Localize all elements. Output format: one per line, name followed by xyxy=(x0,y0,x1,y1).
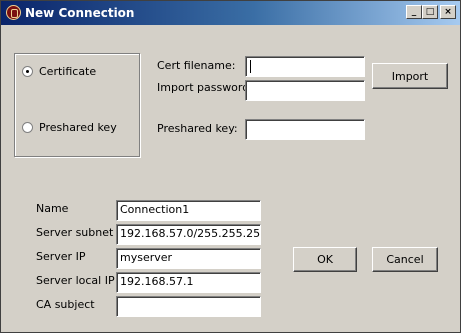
import-password-label: Import password: xyxy=(157,81,253,94)
import-password-field[interactable] xyxy=(245,80,365,101)
title-bar[interactable]: New Connection _ □ × xyxy=(1,1,460,25)
server-subnet-value: 192.168.57.0/255.255.255.0 xyxy=(120,227,261,240)
name-field[interactable]: Connection1 xyxy=(116,200,261,221)
server-ip-value: myserver xyxy=(120,251,173,264)
preshared-key-radio-dot[interactable] xyxy=(22,122,33,133)
cancel-button[interactable]: Cancel xyxy=(372,247,438,272)
server-subnet-field[interactable]: 192.168.57.0/255.255.255.0 xyxy=(116,224,261,245)
maximize-button[interactable]: □ xyxy=(422,5,438,19)
ca-subject-field[interactable] xyxy=(116,296,261,317)
window-title: New Connection xyxy=(25,6,135,20)
certificate-radio[interactable]: Certificate xyxy=(22,65,96,78)
ok-button[interactable]: OK xyxy=(293,247,357,272)
cert-filename-field[interactable] xyxy=(245,56,365,77)
text-caret xyxy=(250,59,251,73)
server-local-ip-field[interactable]: 192.168.57.1 xyxy=(116,272,261,293)
cert-filename-label: Cert filename: xyxy=(157,59,236,72)
ca-subject-label: CA subject xyxy=(36,298,95,311)
server-local-ip-value: 192.168.57.1 xyxy=(120,275,194,288)
certificate-radio-label: Certificate xyxy=(39,65,97,78)
app-icon xyxy=(6,5,21,20)
preshared-key-radio[interactable]: Preshared key xyxy=(22,121,117,134)
import-button[interactable]: Import xyxy=(372,63,448,89)
new-connection-window: New Connection _ □ × Certificate Preshar… xyxy=(0,0,461,333)
server-ip-field[interactable]: myserver xyxy=(116,248,261,269)
certificate-radio-dot[interactable] xyxy=(22,66,33,77)
preshared-key-radio-label: Preshared key xyxy=(39,121,117,134)
server-ip-label: Server IP xyxy=(36,250,86,263)
server-local-ip-label: Server local IP xyxy=(36,274,115,287)
server-subnet-label: Server subnet xyxy=(36,226,114,239)
name-label: Name xyxy=(36,202,69,215)
preshared-key-field[interactable] xyxy=(245,119,365,140)
close-button[interactable]: × xyxy=(440,5,456,19)
name-value: Connection1 xyxy=(120,203,190,216)
preshared-key-label: Preshared key: xyxy=(157,122,238,135)
minimize-button[interactable]: _ xyxy=(406,5,422,19)
